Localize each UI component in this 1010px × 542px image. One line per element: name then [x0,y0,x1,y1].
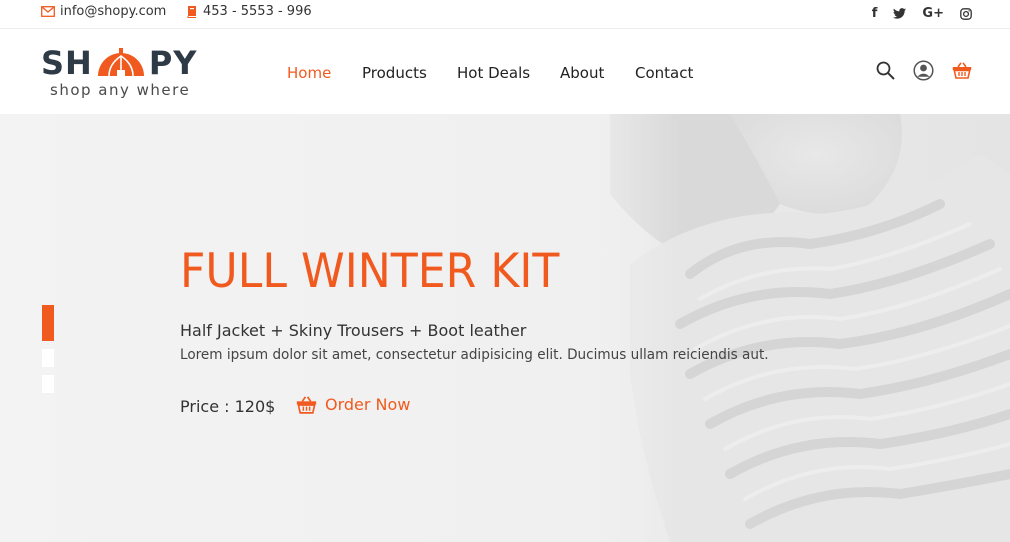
hero-title: FULL WINTER KIT [180,244,560,299]
slide-indicator-1[interactable] [42,305,54,341]
umbrella-icon [95,46,147,80]
mail-icon [41,6,55,17]
twitter-icon[interactable] [893,8,907,19]
nav-hot-deals[interactable]: Hot Deals [457,64,530,82]
search-icon[interactable] [876,61,895,80]
logo-tagline: shop any where [50,81,191,99]
basket-icon [296,395,317,414]
order-now-label: Order Now [325,395,411,414]
slide-indicator-3[interactable] [42,375,54,393]
cart-icon[interactable] [952,62,972,79]
facebook-icon[interactable]: f [872,6,878,21]
main-header: SH PY shop any where Home Products Hot D… [0,30,1010,114]
slide-indicator-2[interactable] [42,349,54,367]
hero-slider: FULL WINTER KIT Half Jacket + Skiny Trou… [0,114,1010,542]
slider-pagination [42,305,54,393]
logo-text-left: SH [41,44,93,82]
email-contact[interactable]: info@shopy.com [41,4,166,19]
email-text: info@shopy.com [60,4,167,19]
nav-products[interactable]: Products [362,64,427,82]
header-actions [876,60,972,81]
nav-about[interactable]: About [560,64,604,82]
phone-text: 453 - 5553 - 996 [203,4,312,19]
shopy-logo[interactable]: SH PY shop any where [41,44,211,102]
hero-subtitle: Half Jacket + Skiny Trousers + Boot leat… [180,321,527,340]
order-now-button[interactable]: Order Now [296,395,410,414]
nav-contact[interactable]: Contact [635,64,693,82]
top-bar: info@shopy.com 453 - 5553 - 996 f G+ [0,0,1010,29]
instagram-icon[interactable] [960,7,972,20]
phone-book-icon [187,6,196,18]
hero-price: Price : 120$ [180,397,276,416]
phone-contact[interactable]: 453 - 5553 - 996 [186,4,312,19]
social-links: f G+ [872,6,972,21]
logo-text-right: PY [148,44,198,82]
hero-model-image [570,114,1010,542]
nav-home[interactable]: Home [287,64,331,82]
hero-description: Lorem ipsum dolor sit amet, consectetur … [180,347,769,363]
google-plus-icon[interactable]: G+ [922,6,944,21]
user-icon[interactable] [913,60,934,81]
